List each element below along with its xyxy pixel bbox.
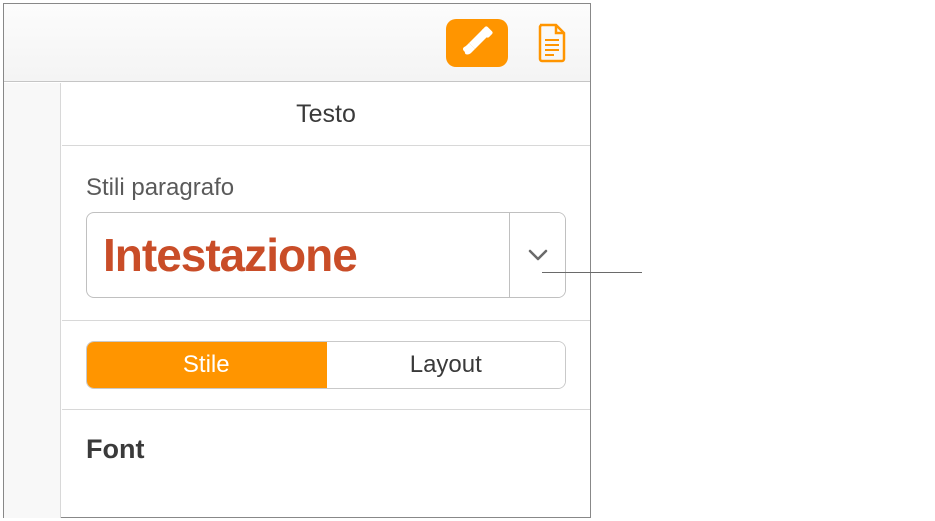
tab-layout[interactable]: Layout [327,342,566,388]
left-strip [4,83,61,518]
paintbrush-icon [459,25,495,61]
dropdown-arrow-button[interactable] [509,213,565,297]
document-icon [536,23,568,63]
callout-line [542,272,642,273]
font-label: Font [86,434,566,465]
document-button[interactable] [532,19,572,67]
tab-stile[interactable]: Stile [87,342,327,388]
paragraph-styles-section: Stili paragrafo Intestazione [62,146,590,321]
font-section: Font [62,410,590,465]
text-tab-label: Testo [296,100,356,129]
style-layout-tabs: Stile Layout [86,341,566,389]
text-tab-header: Testo [62,83,590,146]
chevron-down-icon [528,249,548,261]
top-toolbar [4,4,590,82]
content-area: Testo Stili paragrafo Intestazione Stile [62,83,590,517]
paragraph-styles-label: Stili paragrafo [86,174,566,202]
paragraph-style-value: Intestazione [87,213,509,297]
format-button[interactable] [446,19,508,67]
tabs-section: Stile Layout [62,321,590,410]
inspector-panel: Testo Stili paragrafo Intestazione Stile [3,3,591,518]
paragraph-style-dropdown[interactable]: Intestazione [86,212,566,298]
